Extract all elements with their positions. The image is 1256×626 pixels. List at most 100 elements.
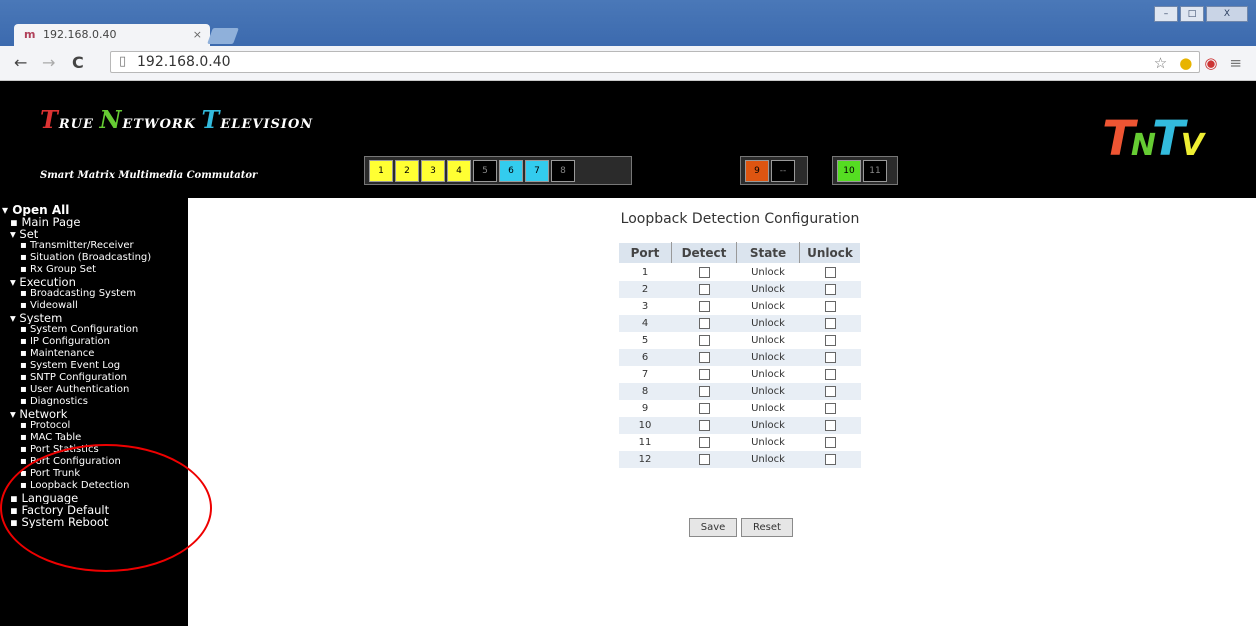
close-window-button[interactable]: X [1206,6,1248,22]
sidebar-item[interactable]: ▾ System [0,312,188,324]
port-cell: 5 [618,332,672,349]
reset-button[interactable]: Reset [741,518,793,537]
sidebar-item[interactable]: ▪ SNTP Configuration [0,372,188,384]
unlock-checkbox[interactable] [824,436,836,448]
detect-cell [671,281,737,298]
state-cell: Unlock [736,263,800,281]
star-icon[interactable]: ☆ [1154,54,1167,72]
minimize-button[interactable]: – [1154,6,1178,22]
chrome-icon[interactable]: ◉ [1204,54,1217,72]
sidebar-item[interactable]: ▾ Set [0,228,188,240]
table-row: 9 Unlock [618,400,861,417]
sidebar-item[interactable]: ▾ Open All [0,204,188,216]
sidebar-item[interactable]: ▪ Videowall [0,300,188,312]
unlock-checkbox[interactable] [824,300,836,312]
unlock-checkbox[interactable] [824,266,836,278]
unlock-cell [799,281,861,298]
unlock-checkbox[interactable] [824,368,836,380]
detect-checkbox[interactable] [698,266,710,278]
sidebar-item[interactable]: ▪ System Event Log [0,360,188,372]
detect-checkbox[interactable] [698,385,710,397]
reload-icon[interactable]: C [72,53,84,72]
toolbar-icons: ☆ ● ◉ ≡ [1154,54,1242,72]
sidebar-item[interactable]: ▪ Maintenance [0,348,188,360]
detect-checkbox[interactable] [698,300,710,312]
group1-channel-button[interactable]: 4 [447,159,471,182]
table-row: 1 Unlock [618,263,861,281]
group3-channel-button[interactable]: 10 [837,159,861,182]
sidebar-item[interactable]: ▪ User Authentication [0,384,188,396]
unlock-cell [799,366,861,383]
detect-checkbox[interactable] [698,317,710,329]
sidebar-item[interactable]: ▪ Situation (Broadcasting) [0,252,188,264]
sidebar-item[interactable]: ▪ MAC Table [0,432,188,444]
unlock-cell [799,349,861,366]
group1-channel-button[interactable]: 5 [473,159,497,182]
group1-channel-button[interactable]: 2 [395,159,419,182]
detect-checkbox[interactable] [698,334,710,346]
unlock-checkbox[interactable] [824,453,836,465]
sidebar-item[interactable]: ▪ Rx Group Set [0,264,188,276]
unlock-checkbox[interactable] [824,334,836,346]
state-cell: Unlock [736,366,800,383]
tab-close-icon[interactable]: × [193,28,202,41]
sidebar-item[interactable]: ▾ Network [0,408,188,420]
unlock-checkbox[interactable] [824,402,836,414]
unlock-cell [799,332,861,349]
address-bar[interactable]: ▯ 192.168.0.40 [110,51,1200,73]
detect-checkbox[interactable] [698,351,710,363]
state-cell: Unlock [736,417,800,434]
sidebar-item[interactable]: ▪ Transmitter/Receiver [0,240,188,252]
detect-cell [671,451,737,468]
group1-channel-button[interactable]: 7 [525,159,549,182]
detect-checkbox[interactable] [698,436,710,448]
port-cell: 7 [618,366,672,383]
detect-cell [671,349,737,366]
port-cell: 3 [618,298,672,315]
favicon-icon: m [24,28,36,41]
detect-checkbox[interactable] [698,453,710,465]
table-row: 2 Unlock [618,281,861,298]
detect-cell [671,417,737,434]
unlock-checkbox[interactable] [824,317,836,329]
browser-tab[interactable]: m 192.168.0.40 × [14,24,210,48]
group1-channel-button[interactable]: 6 [499,159,523,182]
sidebar-item[interactable]: ▪ Main Page [0,216,188,228]
forward-icon[interactable]: → [42,53,55,72]
group2-channel-button[interactable]: 9 [745,159,769,182]
sidebar-item[interactable]: ▾ Execution [0,276,188,288]
extension-icon[interactable]: ● [1179,54,1192,72]
detect-checkbox[interactable] [698,368,710,380]
table-row: 3 Unlock [618,298,861,315]
port-cell: 9 [618,400,672,417]
detect-checkbox[interactable] [698,402,710,414]
loopback-table: Port Detect State Unlock 1 Unlock 2 Unlock 3… [618,242,861,468]
unlock-checkbox[interactable] [824,283,836,295]
unlock-checkbox[interactable] [824,351,836,363]
menu-icon[interactable]: ≡ [1229,54,1242,72]
new-tab-button[interactable] [207,28,239,44]
group3-channel-button[interactable]: 11 [863,159,887,182]
group2-channel-button[interactable]: -- [771,159,795,182]
detect-checkbox[interactable] [698,283,710,295]
sidebar-item[interactable]: ▪ Diagnostics [0,396,188,408]
group1-channel-button[interactable]: 3 [421,159,445,182]
group1-channel-button[interactable]: 1 [369,159,393,182]
back-icon[interactable]: ← [14,53,27,72]
sidebar-item[interactable]: ▪ Broadcasting System [0,288,188,300]
maximize-button[interactable]: □ [1180,6,1204,22]
sidebar-item[interactable]: ▪ Protocol [0,420,188,432]
page-title: Loopback Detection Configuration [620,211,860,227]
state-cell: Unlock [736,349,800,366]
sidebar-item[interactable]: ▪ IP Configuration [0,336,188,348]
unlock-checkbox[interactable] [824,385,836,397]
group1-channel-button[interactable]: 8 [551,159,575,182]
port-cell: 8 [618,383,672,400]
detect-checkbox[interactable] [698,419,710,431]
unlock-checkbox[interactable] [824,419,836,431]
port-cell: 6 [618,349,672,366]
unlock-cell [799,298,861,315]
sidebar-item[interactable]: ▪ System Configuration [0,324,188,336]
table-row: 7 Unlock [618,366,861,383]
save-button[interactable]: Save [689,518,737,537]
